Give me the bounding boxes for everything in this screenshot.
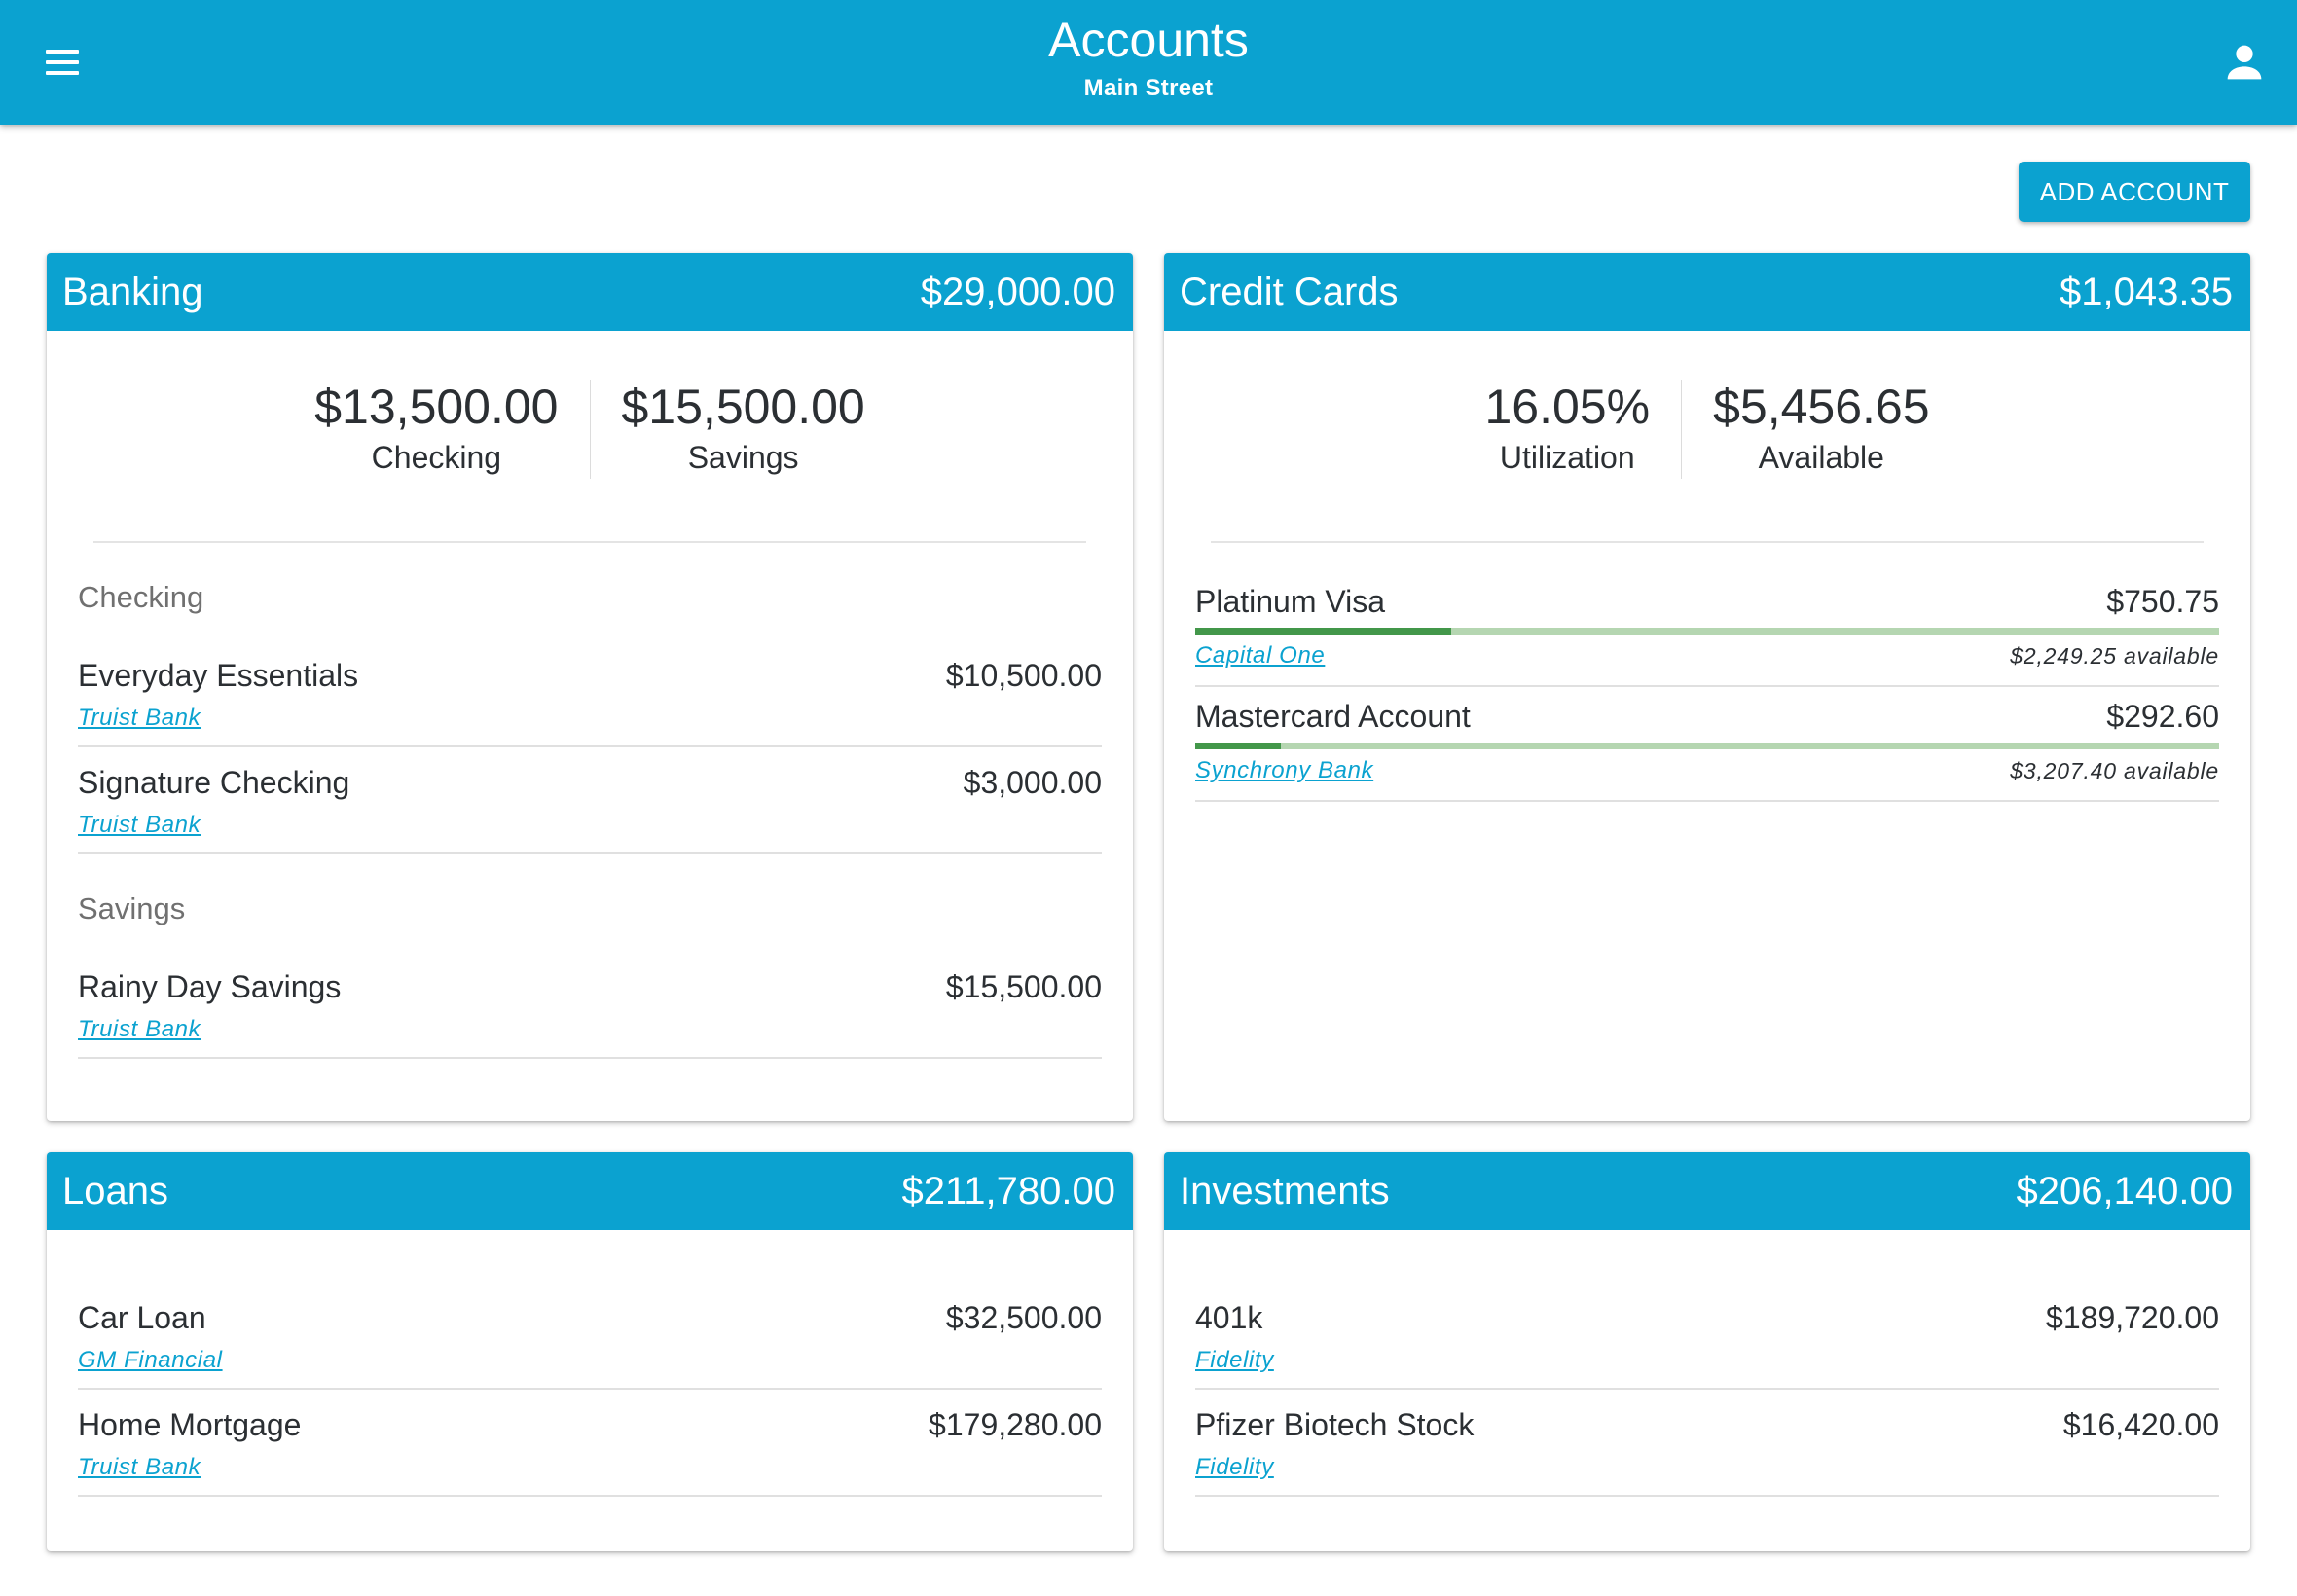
group-label-checking: Checking	[78, 580, 204, 614]
account-icon[interactable]	[2219, 37, 2270, 88]
divider	[93, 541, 1086, 543]
account-name: Car Loan	[78, 1300, 206, 1335]
banking-card-header: Banking $29,000.00	[47, 253, 1133, 331]
institution-link[interactable]: GM Financial	[78, 1347, 223, 1374]
account-row[interactable]: Signature Checking $3,000.00 Truist Bank	[78, 759, 1102, 854]
utilization-bar	[1195, 743, 2219, 749]
loans-total: $211,780.00	[901, 1169, 1115, 1213]
account-amount: $189,720.00	[2046, 1300, 2219, 1335]
summary-stat-savings: $15,500.00 Savings	[589, 380, 896, 479]
institution-link[interactable]: Capital One	[1195, 642, 1325, 670]
banking-title: Banking	[62, 270, 203, 313]
summary-label: Savings	[687, 440, 799, 475]
account-row[interactable]: Everyday Essentials $10,500.00 Truist Ba…	[78, 652, 1102, 747]
credit-cards-card-header: Credit Cards $1,043.35	[1164, 253, 2250, 331]
summary-stat-checking: $13,500.00 Checking	[283, 380, 589, 479]
loans-card: Loans $211,780.00 Car Loan $32,500.00 GM…	[47, 1152, 1133, 1551]
summary-label: Utilization	[1499, 440, 1635, 475]
loans-card-header: Loans $211,780.00	[47, 1152, 1133, 1230]
credit-cards-title: Credit Cards	[1180, 270, 1399, 313]
account-name: Pfizer Biotech Stock	[1195, 1407, 1475, 1442]
account-name: Mastercard Account	[1195, 699, 1471, 734]
group-label-savings: Savings	[78, 891, 186, 925]
summary-value: $15,500.00	[621, 380, 865, 434]
utilization-bar	[1195, 628, 2219, 635]
page-title: Accounts	[1048, 13, 1249, 67]
add-account-button[interactable]: ADD ACCOUNT	[2019, 162, 2250, 222]
account-amount: $292.60	[2106, 699, 2219, 734]
account-amount: $15,500.00	[945, 969, 1102, 1004]
summary-label: Checking	[371, 440, 502, 475]
credit-cards-total: $1,043.35	[2060, 270, 2233, 313]
page-subtitle: Main Street	[1083, 75, 1214, 101]
available-credit: $3,207.40 available	[2010, 758, 2219, 783]
banking-summary: $13,500.00 Checking $15,500.00 Savings	[47, 380, 1133, 479]
account-name: Signature Checking	[78, 765, 350, 800]
summary-stat-utilization: 16.05% Utilization	[1453, 380, 1681, 479]
banking-card: Banking $29,000.00 $13,500.00 Checking $…	[47, 253, 1133, 1121]
summary-value: 16.05%	[1484, 380, 1651, 434]
divider	[1211, 541, 2204, 543]
account-name: Platinum Visa	[1195, 584, 1386, 619]
account-amount: $16,420.00	[2062, 1407, 2219, 1442]
summary-stat-available: $5,456.65 Available	[1681, 380, 1960, 479]
summary-label: Available	[1758, 440, 1884, 475]
loans-title: Loans	[62, 1169, 168, 1213]
account-row[interactable]: Rainy Day Savings $15,500.00 Truist Bank	[78, 963, 1102, 1059]
investments-card: Investments $206,140.00 401k $189,720.00…	[1164, 1152, 2250, 1551]
institution-link[interactable]: Fidelity	[1195, 1347, 1274, 1374]
account-name: Rainy Day Savings	[78, 969, 342, 1004]
utilization-fill	[1195, 743, 1282, 749]
summary-value: $5,456.65	[1713, 380, 1930, 434]
summary-value: $13,500.00	[314, 380, 559, 434]
account-row[interactable]: Car Loan $32,500.00 GM Financial	[78, 1294, 1102, 1390]
investments-card-header: Investments $206,140.00	[1164, 1152, 2250, 1230]
account-row[interactable]: 401k $189,720.00 Fidelity	[1195, 1294, 2219, 1390]
account-amount: $10,500.00	[945, 658, 1102, 693]
investments-title: Investments	[1180, 1169, 1390, 1213]
institution-link[interactable]: Truist Bank	[78, 812, 201, 839]
account-amount: $32,500.00	[945, 1300, 1102, 1335]
institution-link[interactable]: Synchrony Bank	[1195, 757, 1373, 784]
account-row[interactable]: Home Mortgage $179,280.00 Truist Bank	[78, 1401, 1102, 1497]
utilization-fill	[1195, 628, 1451, 635]
account-name: Everyday Essentials	[78, 658, 359, 693]
account-name: 401k	[1195, 1300, 1263, 1335]
available-credit: $2,249.25 available	[2010, 643, 2219, 669]
banking-total: $29,000.00	[920, 270, 1115, 313]
credit-card-row[interactable]: Platinum Visa $750.75 Capital One $2,249…	[1195, 584, 2219, 687]
account-amount: $3,000.00	[963, 765, 1102, 800]
investments-total: $206,140.00	[2016, 1169, 2233, 1213]
credit-summary: 16.05% Utilization $5,456.65 Available	[1164, 380, 2250, 479]
credit-cards-card: Credit Cards $1,043.35 16.05% Utilizatio…	[1164, 253, 2250, 1121]
credit-card-row[interactable]: Mastercard Account $292.60 Synchrony Ban…	[1195, 699, 2219, 802]
account-row[interactable]: Pfizer Biotech Stock $16,420.00 Fidelity	[1195, 1401, 2219, 1497]
institution-link[interactable]: Truist Bank	[78, 705, 201, 732]
app-bar: Accounts Main Street	[0, 0, 2297, 125]
account-amount: $750.75	[2106, 584, 2219, 619]
institution-link[interactable]: Truist Bank	[78, 1016, 201, 1043]
institution-link[interactable]: Truist Bank	[78, 1454, 201, 1481]
institution-link[interactable]: Fidelity	[1195, 1454, 1274, 1481]
account-amount: $179,280.00	[929, 1407, 1102, 1442]
account-name: Home Mortgage	[78, 1407, 302, 1442]
